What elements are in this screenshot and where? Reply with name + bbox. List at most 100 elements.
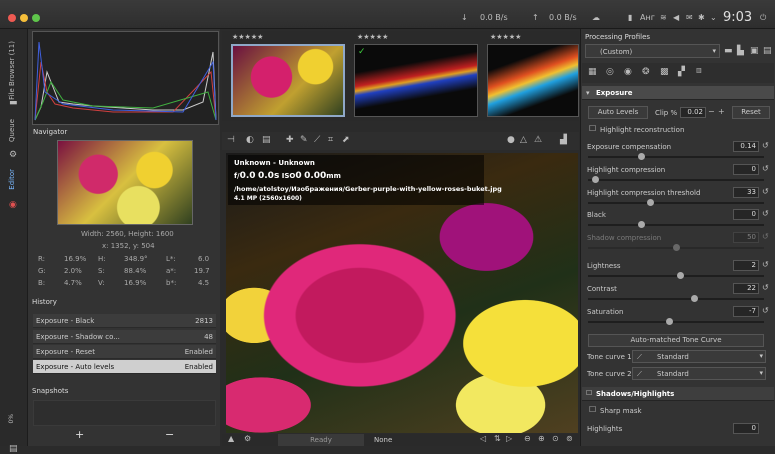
exposure-section-header[interactable]: ▾ Exposure <box>582 86 774 100</box>
minimize-window-button[interactable] <box>20 14 28 22</box>
zoom-out-icon[interactable]: ⊖ <box>524 435 531 443</box>
crop-icon[interactable]: ⌗ <box>328 136 333 145</box>
tab-file-browser[interactable]: File Browser (11) <box>8 41 16 100</box>
reset-slider-icon[interactable]: ↺ <box>762 284 769 292</box>
slider-knob[interactable] <box>637 221 645 228</box>
slider-knob[interactable] <box>646 199 654 206</box>
slider-track[interactable] <box>588 272 764 279</box>
highlights-value[interactable]: 0 <box>733 423 759 434</box>
gear-icon[interactable]: ⚙ <box>9 151 17 160</box>
history-row[interactable]: Exposure - Shadow co... 48 <box>33 330 216 344</box>
checkbox[interactable]: ☐ <box>589 125 596 133</box>
open-profile-icon[interactable]: ▬ <box>724 47 733 56</box>
detail-tab-icon[interactable]: ◎ <box>606 68 614 77</box>
slider-track[interactable] <box>588 176 764 183</box>
checkbox[interactable]: ☐ <box>586 389 592 397</box>
volume-icon[interactable]: ◀ <box>673 13 679 22</box>
slider-knob[interactable] <box>592 176 600 183</box>
reset-button[interactable]: Reset <box>732 106 770 119</box>
slider-value[interactable]: 22 <box>733 283 759 294</box>
reset-slider-icon[interactable]: ↺ <box>762 210 769 218</box>
wifi-icon[interactable]: ≋ <box>660 13 667 22</box>
plus-icon[interactable]: + <box>718 108 725 116</box>
reset-slider-icon[interactable]: ↺ <box>762 165 769 173</box>
reset-slider-icon[interactable]: ↺ <box>762 233 769 241</box>
slider-knob[interactable] <box>637 153 645 160</box>
paste-profile-icon[interactable]: ▤ <box>763 47 772 56</box>
focus-mask-icon[interactable]: ● <box>507 136 515 145</box>
fullscreen-icon[interactable]: ⚙ <box>244 435 251 443</box>
maximize-window-button[interactable] <box>32 14 40 22</box>
close-window-button[interactable] <box>8 14 16 22</box>
save-profile-icon[interactable]: ▙ <box>737 47 744 56</box>
clock[interactable]: 9:03 <box>723 10 752 25</box>
profile-dropdown[interactable]: (Custom) ▾ <box>585 44 720 58</box>
transform-tab-icon[interactable]: ▩ <box>660 68 669 77</box>
history-icon[interactable]: ▤ <box>262 136 271 145</box>
slider-knob[interactable] <box>690 295 698 302</box>
meta-tab-icon[interactable]: ▥ <box>696 68 702 74</box>
history-row-selected[interactable]: Exposure - Auto levels Enabled <box>33 360 216 374</box>
tab-queue[interactable]: Queue <box>8 119 16 142</box>
checkbox[interactable]: ☐ <box>589 406 596 414</box>
slider-value[interactable]: 0.14 <box>733 141 759 152</box>
shadows-highlights-section-header[interactable]: ☐ Shadows/Highlights <box>582 387 774 401</box>
slider-knob[interactable] <box>673 244 680 251</box>
nav-sync-icon[interactable]: ⇅ <box>494 435 501 443</box>
copy-profile-icon[interactable]: ▣ <box>750 47 759 56</box>
color-tab-icon[interactable]: ◉ <box>624 68 632 77</box>
battery-icon[interactable]: ▮ <box>628 13 632 22</box>
slider-value[interactable]: 0 <box>733 164 759 175</box>
image-preview[interactable]: Unknown - Unknown f/0.0 0.0s ISO0 0.00mm… <box>226 153 578 433</box>
slider-track[interactable] <box>588 199 764 206</box>
auto-matched-tone-curve-button[interactable]: Auto-matched Tone Curve <box>588 334 764 347</box>
nav-next-icon[interactable]: ▷ <box>506 435 512 443</box>
slider-value[interactable]: 33 <box>733 187 759 198</box>
history-row[interactable]: Exposure - Reset Enabled <box>33 345 216 359</box>
histogram-toggle-icon[interactable]: ▟ <box>560 136 567 145</box>
zoom-fit-icon[interactable]: ⊙ <box>552 435 559 443</box>
thumbnail-flowers[interactable] <box>231 44 345 117</box>
slider-track[interactable] <box>588 221 764 228</box>
slider-value[interactable]: 50 <box>733 232 759 243</box>
tab-editor[interactable]: Editor <box>8 169 16 190</box>
slider-track[interactable] <box>588 244 764 251</box>
zoom-in-icon[interactable]: ⊕ <box>538 435 545 443</box>
white-balance-icon[interactable]: ✎ <box>300 136 308 145</box>
slider-value[interactable]: 2 <box>733 260 759 271</box>
raw-tab-icon[interactable]: ▞ <box>678 68 685 77</box>
exposure-tab-icon[interactable]: ▦ <box>588 68 597 77</box>
hand-tool-icon[interactable]: ✚ <box>286 136 294 145</box>
slider-track[interactable] <box>588 153 764 160</box>
reset-slider-icon[interactable]: ↺ <box>762 307 769 315</box>
slider-knob[interactable] <box>676 272 684 279</box>
bluetooth-icon[interactable]: ✱ <box>698 13 705 22</box>
tone-curve-1-select[interactable]: ⟋ Standard ▾ <box>632 350 766 363</box>
folder-icon[interactable]: ▬ <box>9 99 18 108</box>
remove-snapshot-button[interactable]: − <box>165 428 174 441</box>
save-icon[interactable]: ▤ <box>9 445 18 454</box>
profile-select[interactable]: None <box>374 436 392 444</box>
add-snapshot-button[interactable]: + <box>75 428 84 441</box>
thumbnail-waves-2[interactable] <box>487 44 579 117</box>
slider-track[interactable] <box>588 318 764 325</box>
straighten-icon[interactable]: ⟋ <box>314 136 320 145</box>
transform-icon[interactable]: ⬈ <box>342 136 350 145</box>
history-row[interactable]: Exposure - Black 2813 <box>33 314 216 328</box>
slider-value[interactable]: 0 <box>733 209 759 220</box>
clip-warning-shadow-icon[interactable]: ⚠ <box>534 136 542 145</box>
cloud-icon[interactable]: ☁ <box>592 13 600 22</box>
wavelet-tab-icon[interactable]: ❂ <box>642 68 650 77</box>
slider-track[interactable] <box>588 295 764 302</box>
clip-input[interactable]: 0.02 <box>680 107 706 118</box>
auto-levels-button[interactable]: Auto Levels <box>588 106 648 119</box>
keyboard-layout[interactable]: Анг <box>640 13 655 22</box>
reset-slider-icon[interactable]: ↺ <box>762 188 769 196</box>
zoom-100-icon[interactable]: ⊚ <box>566 435 573 443</box>
tone-curve-2-select[interactable]: ⟋ Standard ▾ <box>632 367 766 380</box>
reset-slider-icon[interactable]: ↺ <box>762 261 769 269</box>
slider-value[interactable]: -7 <box>733 306 759 317</box>
chevron-down-icon[interactable]: ⌄ <box>710 13 717 22</box>
before-after-icon[interactable]: ◐ <box>246 136 254 145</box>
reset-slider-icon[interactable]: ↺ <box>762 142 769 150</box>
